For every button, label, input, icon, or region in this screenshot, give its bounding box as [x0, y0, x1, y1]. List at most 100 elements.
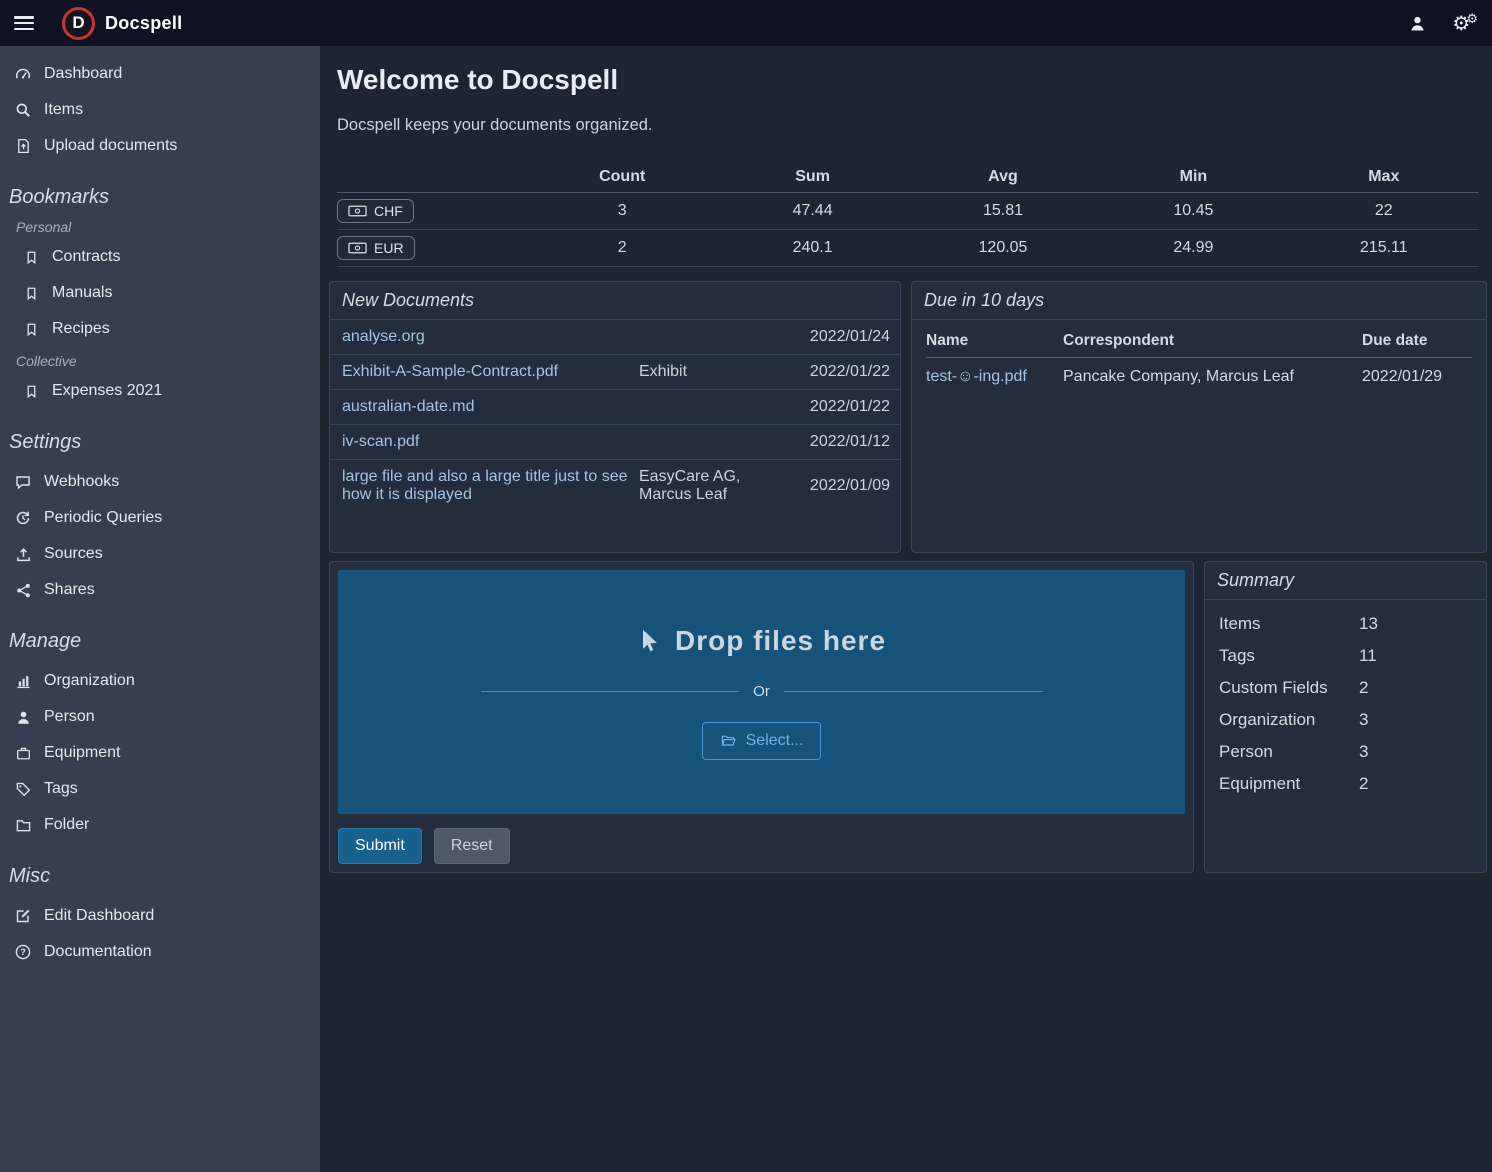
sidebar-item-sources[interactable]: Sources [0, 536, 320, 572]
bookmarks-group-personal: Personal [0, 219, 320, 235]
sidebar-section-misc: Misc [0, 865, 320, 888]
document-date: 2022/01/09 [795, 477, 890, 495]
summary-row: Organization 3 [1219, 704, 1472, 736]
sidebar-item-folder[interactable]: Folder [0, 807, 320, 843]
question-circle-icon: ? [14, 944, 32, 960]
document-link[interactable]: iv-scan.pdf [342, 433, 633, 451]
reset-button[interactable]: Reset [434, 828, 510, 864]
stats-cell: 215.11 [1289, 239, 1479, 257]
currency-label: EUR [374, 240, 404, 256]
sidebar-section-settings: Settings [0, 431, 320, 454]
file-upload-icon [14, 138, 32, 154]
sidebar-item-label: Tags [44, 780, 78, 798]
sidebar-item-items[interactable]: Items [0, 92, 320, 128]
due-col-name: Name [926, 332, 1063, 350]
stats-cell: 24.99 [1098, 239, 1288, 257]
menu-icon[interactable] [14, 16, 34, 30]
stats-header-row: Count Sum Avg Min Max [337, 161, 1479, 193]
summary-value: 3 [1359, 742, 1472, 762]
summary-row: Custom Fields 2 [1219, 672, 1472, 704]
sidebar-item-person[interactable]: Person [0, 699, 320, 735]
stats-cell: 240.1 [717, 239, 907, 257]
stats-cell: 47.44 [717, 202, 907, 220]
select-files-button[interactable]: Select... [702, 722, 822, 760]
money-bill-icon [348, 242, 367, 254]
due-row: test-☺-ing.pdf Pancake Company, Marcus L… [926, 358, 1472, 396]
summary-label: Equipment [1219, 774, 1359, 794]
document-correspondent: Pancake Company, Marcus Leaf [1063, 368, 1362, 386]
sidebar-item-label: Contracts [52, 248, 120, 266]
topbar: D Docspell ⚙⚙ [0, 0, 1492, 46]
logo-letter: D [72, 13, 84, 33]
sidebar-item-dashboard[interactable]: Dashboard [0, 56, 320, 92]
sidebar-item-equipment[interactable]: Equipment [0, 735, 320, 771]
currency-badge: EUR [337, 236, 415, 260]
sidebar-item-contracts[interactable]: Contracts [0, 239, 320, 275]
tags-icon [14, 782, 32, 797]
summary-value: 2 [1359, 774, 1472, 794]
sidebar-item-recipes[interactable]: Recipes [0, 311, 320, 347]
upload-icon [14, 547, 32, 562]
document-correspondent: Exhibit [639, 363, 789, 381]
page-subtitle: Docspell keeps your documents organized. [337, 116, 1487, 135]
sidebar-item-label: Shares [44, 581, 95, 599]
document-link[interactable]: australian-date.md [342, 398, 633, 416]
due-table-header: Name Correspondent Due date [926, 324, 1472, 358]
document-row: large file and also a large title just t… [330, 459, 900, 512]
summary-value: 2 [1359, 678, 1472, 698]
user-icon [14, 710, 32, 725]
svg-text:?: ? [20, 947, 26, 957]
document-link[interactable]: Exhibit-A-Sample-Contract.pdf [342, 363, 633, 381]
summary-row: Person 3 [1219, 736, 1472, 768]
docspell-logo: D [62, 7, 95, 40]
stats-header-cell: Min [1098, 168, 1288, 186]
stats-header-cell: Count [527, 168, 717, 186]
sidebar-item-expenses-2021[interactable]: Expenses 2021 [0, 373, 320, 409]
due-col-correspondent: Correspondent [1063, 332, 1362, 350]
sidebar-item-label: Manuals [52, 284, 112, 302]
tachometer-icon [14, 66, 32, 82]
sidebar-item-label: Webhooks [44, 473, 119, 491]
sidebar-item-tags[interactable]: Tags [0, 771, 320, 807]
sidebar-item-shares[interactable]: Shares [0, 572, 320, 608]
history-icon [14, 510, 32, 526]
sidebar: Dashboard Items Upload documents Bookmar… [0, 46, 320, 1172]
share-nodes-icon [14, 583, 32, 598]
document-row: iv-scan.pdf 2022/01/12 [330, 424, 900, 459]
sidebar-item-periodic-queries[interactable]: Periodic Queries [0, 500, 320, 536]
sidebar-item-organization[interactable]: Organization [0, 663, 320, 699]
summary-row: Items 13 [1219, 608, 1472, 640]
currency-badge: CHF [337, 199, 414, 223]
document-link[interactable]: analyse.org [342, 328, 633, 346]
stats-cell: 3 [527, 202, 717, 220]
sidebar-item-documentation[interactable]: ? Documentation [0, 934, 320, 970]
summary-label: Custom Fields [1219, 678, 1359, 698]
document-link[interactable]: test-☺-ing.pdf [926, 368, 1063, 386]
bookmarks-group-collective: Collective [0, 353, 320, 369]
panel-title: Summary [1205, 562, 1486, 600]
search-icon [14, 102, 32, 118]
sidebar-item-manuals[interactable]: Manuals [0, 275, 320, 311]
document-due-date: 2022/01/29 [1362, 368, 1472, 386]
sidebar-item-upload-documents[interactable]: Upload documents [0, 128, 320, 164]
submit-button[interactable]: Submit [338, 828, 422, 864]
sidebar-item-label: Recipes [52, 320, 110, 338]
sidebar-item-edit-dashboard[interactable]: Edit Dashboard [0, 898, 320, 934]
stats-row: EUR 2 240.1 120.05 24.99 215.11 [337, 230, 1479, 267]
mouse-pointer-icon [637, 627, 661, 654]
cogs-icon[interactable]: ⚙⚙ [1452, 13, 1478, 33]
file-dropzone[interactable]: Drop files here Or Select... [338, 570, 1185, 814]
sidebar-item-label: Dashboard [44, 65, 122, 83]
document-link[interactable]: large file and also a large title just t… [342, 468, 633, 504]
user-icon[interactable] [1409, 15, 1426, 32]
summary-value: 13 [1359, 614, 1472, 634]
document-row: australian-date.md 2022/01/22 [330, 389, 900, 424]
stats-cell: 2 [527, 239, 717, 257]
stats-cell: 120.05 [908, 239, 1098, 257]
stats-row: CHF 3 47.44 15.81 10.45 22 [337, 193, 1479, 230]
sidebar-item-webhooks[interactable]: Webhooks [0, 464, 320, 500]
sidebar-item-label: Upload documents [44, 137, 177, 155]
summary-label: Items [1219, 614, 1359, 634]
or-divider: Or [481, 683, 1043, 700]
currency-label: CHF [374, 203, 403, 219]
